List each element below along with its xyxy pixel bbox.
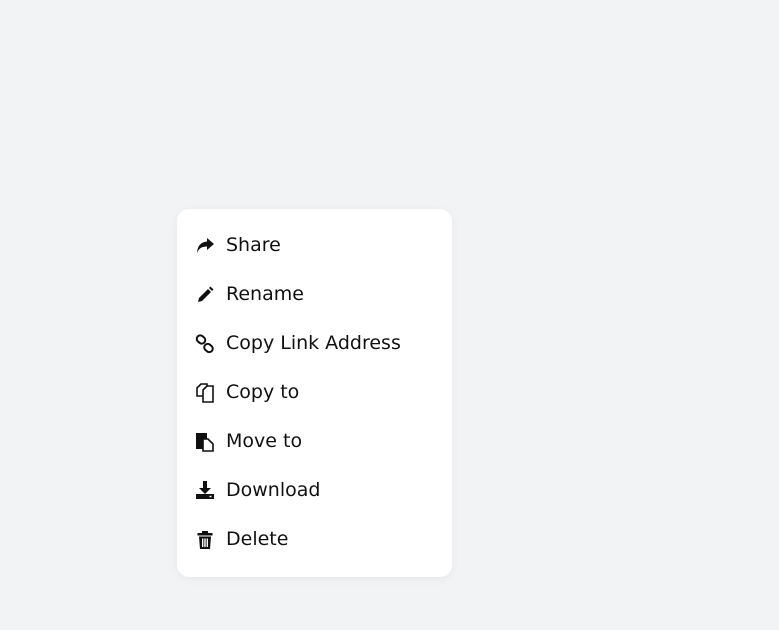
menu-item-rename[interactable]: Rename bbox=[177, 270, 452, 319]
download-icon bbox=[195, 480, 215, 501]
menu-item-move-to[interactable]: Move to bbox=[177, 417, 452, 466]
share-icon bbox=[195, 236, 215, 256]
menu-item-label: Copy to bbox=[226, 381, 300, 403]
menu-item-label: Delete bbox=[226, 528, 289, 550]
copy-icon bbox=[195, 382, 215, 403]
link-icon bbox=[195, 333, 215, 354]
menu-item-download[interactable]: Download bbox=[177, 466, 452, 515]
menu-item-copy-to[interactable]: Copy to bbox=[177, 368, 452, 417]
menu-item-delete[interactable]: Delete bbox=[177, 515, 452, 564]
move-icon bbox=[195, 432, 215, 452]
menu-item-copy-link-address[interactable]: Copy Link Address bbox=[177, 319, 452, 368]
menu-item-label: Rename bbox=[226, 283, 304, 305]
menu-item-label: Share bbox=[226, 234, 281, 256]
menu-item-label: Move to bbox=[226, 430, 303, 452]
menu-item-share[interactable]: Share bbox=[177, 221, 452, 270]
menu-item-label: Download bbox=[226, 479, 321, 501]
pencil-icon bbox=[195, 285, 215, 305]
trash-icon bbox=[195, 530, 215, 550]
menu-item-label: Copy Link Address bbox=[226, 332, 401, 354]
context-menu: Share Rename Copy Link Address Copy to M… bbox=[177, 209, 452, 577]
